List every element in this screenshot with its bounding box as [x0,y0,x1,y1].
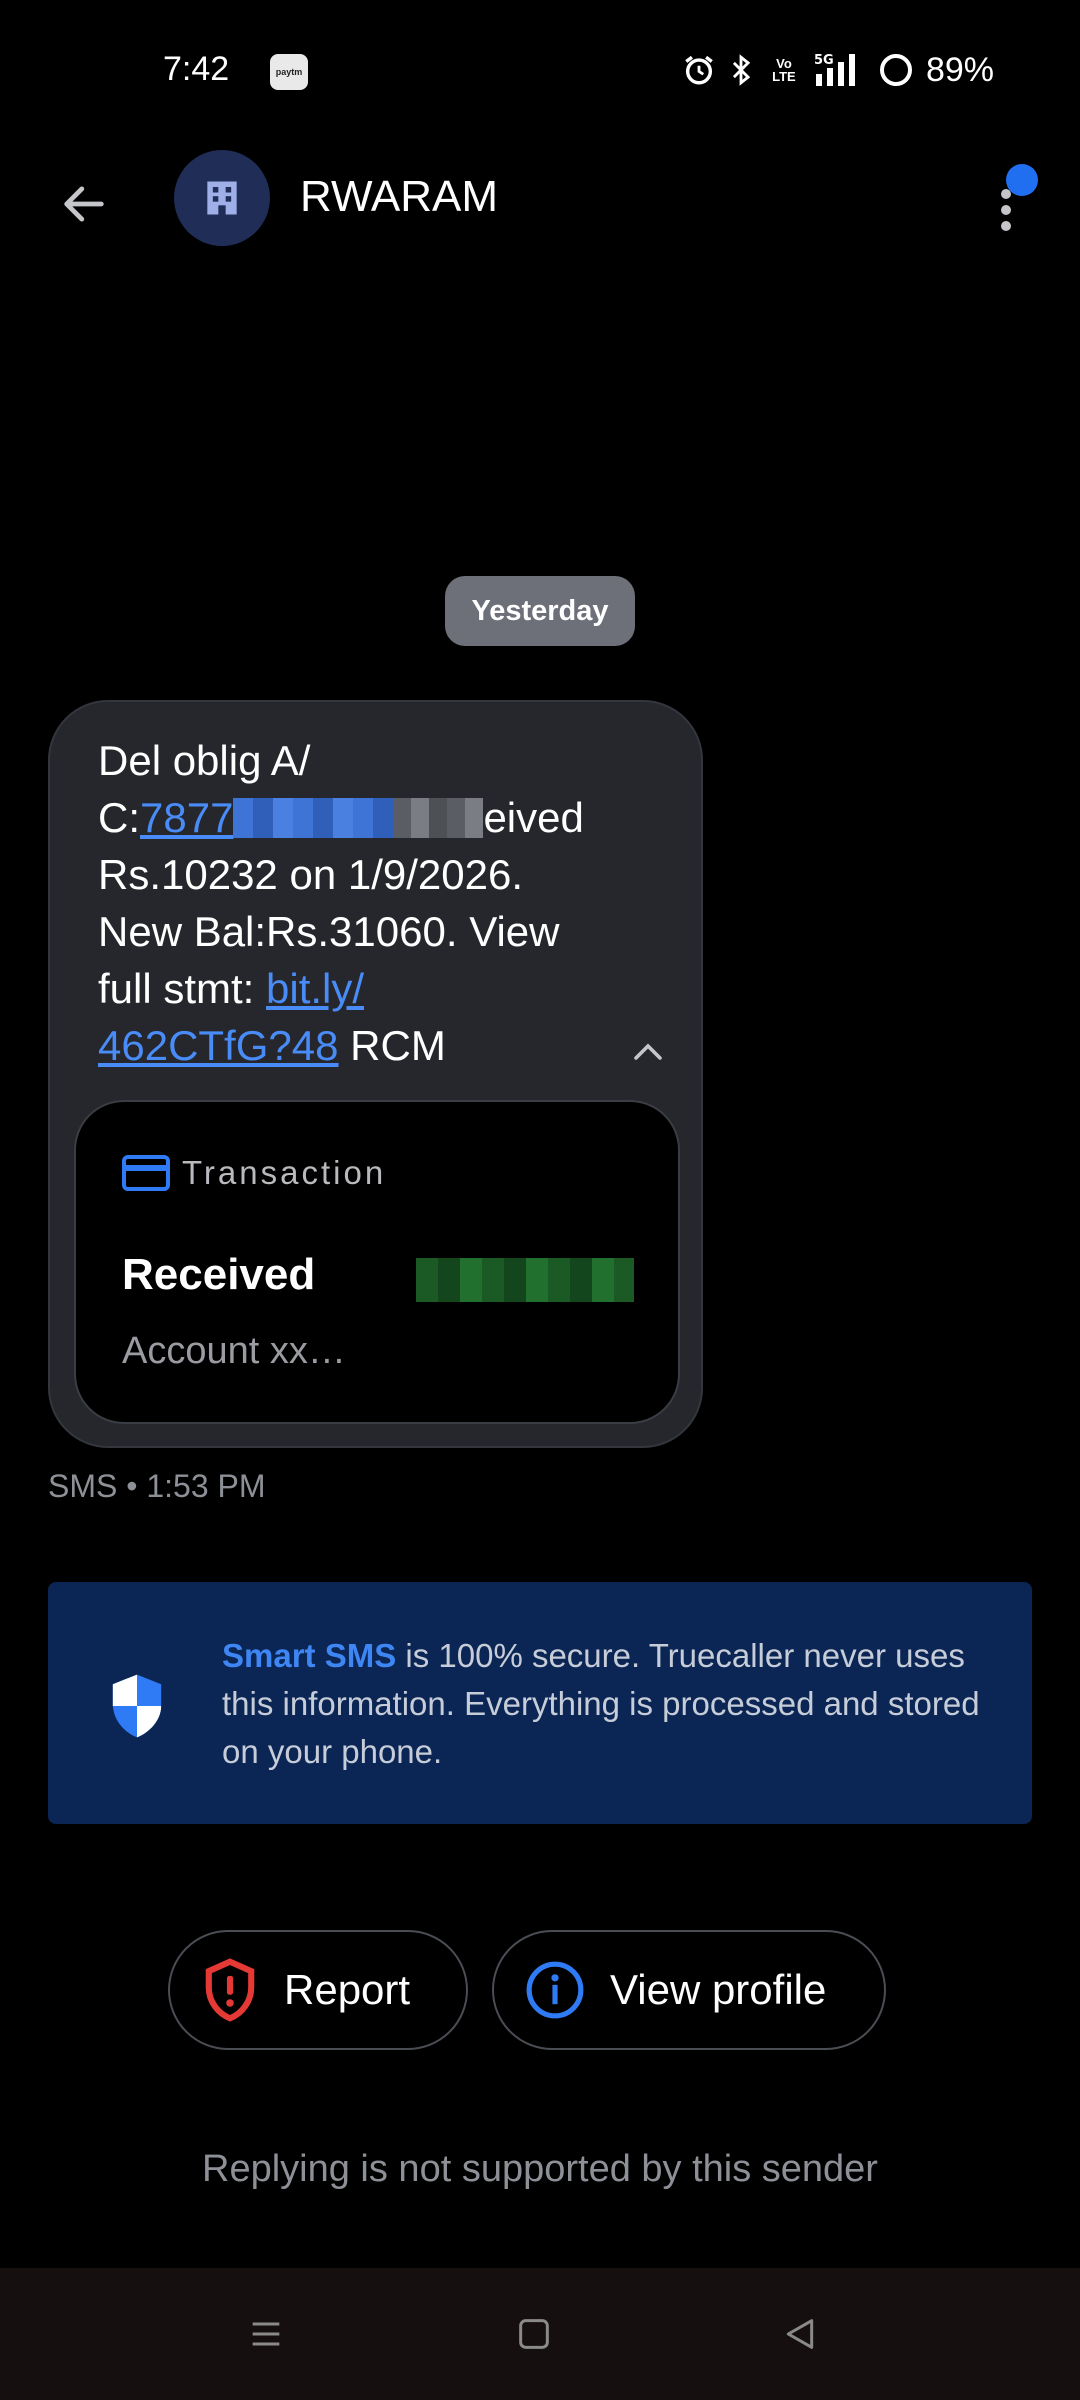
transaction-account: Account xx… [122,1330,346,1372]
back-button[interactable] [48,168,120,240]
account-link-text: 7877 [140,794,234,841]
paytm-notification-icon: paytm [270,54,308,90]
view-profile-label: View profile [610,1966,827,2013]
triangle-back-icon [786,2319,814,2349]
menu-icon [252,2322,280,2346]
sender-title[interactable]: RWARAM [300,172,498,222]
redacted-account-digits [233,797,394,838]
message-line: eived [483,794,584,841]
avatar[interactable] [174,150,270,246]
status-indicators: Vo LTE 5G 89% [682,48,994,92]
transaction-card-header: Transaction [122,1154,386,1192]
credit-card-icon [122,1155,170,1191]
message-meta: SMS • 1:53 PM [48,1468,266,1504]
conversation-header: RWARAM [0,140,1080,260]
message-line: RCM [338,1022,446,1069]
transaction-title: Received [122,1250,316,1299]
collapse-button[interactable] [618,1032,678,1072]
statement-url-link[interactable]: 462CTfG?48 [98,1022,338,1069]
info-icon [524,1959,586,2021]
reply-unsupported-note: Replying is not supported by this sender [202,2148,878,2190]
battery-ring-icon [878,52,914,88]
redacted-amount [416,1258,634,1302]
smart-sms-banner: Smart SMS is 100% secure. Truecaller nev… [48,1582,1032,1824]
message-line: Del oblig A/ [98,737,311,784]
message-line: C: [98,794,140,841]
redacted-text [393,797,484,838]
system-back-button[interactable] [770,2306,830,2362]
message-text: Del oblig A/ C:7877 eived Rs.10232 on 1/9… [98,732,658,1074]
arrow-left-icon [64,186,104,222]
bluetooth-icon [728,53,754,87]
alarm-icon [682,53,716,87]
message-bubble[interactable]: Del oblig A/ C:7877 eived Rs.10232 on 1/9… [48,700,703,1448]
view-profile-button[interactable]: View profile [492,1930,886,2050]
transaction-card[interactable]: Transaction Received Account xx… [74,1100,680,1424]
report-shield-icon [200,1957,260,2023]
system-nav-bar [0,2268,1080,2400]
signal-icon: 5G [814,52,866,88]
building-icon [207,181,237,215]
report-label: Report [284,1966,411,2013]
home-button[interactable] [504,2306,564,2362]
status-time: 7:42 [163,50,230,88]
report-button[interactable]: Report [168,1930,468,2050]
recents-button[interactable] [236,2306,296,2362]
network-type-label: 5G [814,53,834,68]
banner-highlight: Smart SMS [222,1637,397,1674]
shield-icon [108,1672,166,1745]
transaction-label: Transaction [182,1154,387,1191]
volte-icon: Vo LTE [772,56,796,84]
square-icon [519,2319,549,2349]
date-separator: Yesterday [445,576,635,646]
message-line: New Bal:Rs.31060. View [98,908,560,955]
message-line: full stmt: [98,965,267,1012]
banner-text: Smart SMS is 100% secure. Truecaller nev… [222,1632,992,1776]
battery-percent: 89% [925,50,994,89]
status-bar: 7:42 paytm Vo LTE 5G 89% [0,0,1080,140]
notification-dot [1006,164,1038,196]
statement-url-link[interactable]: bit.ly/ [266,965,364,1012]
message-line: Rs.10232 on 1/9/2026. [98,851,524,898]
account-number-link[interactable]: 7877 [140,794,394,841]
chevron-up-icon [634,1043,662,1060]
